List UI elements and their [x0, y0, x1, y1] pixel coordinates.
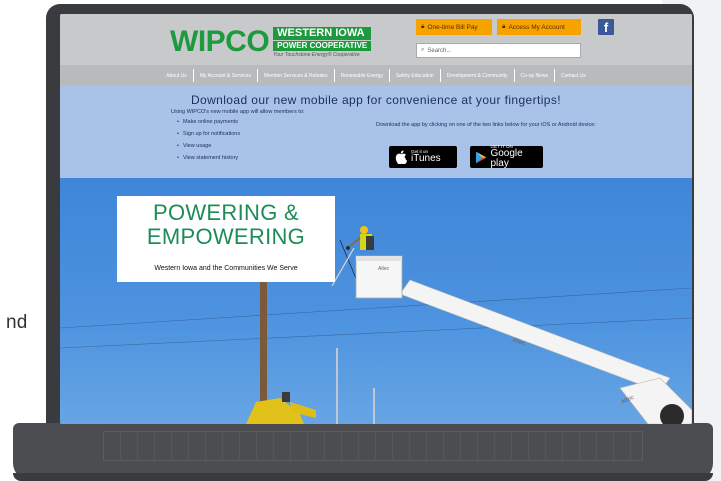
- hero-title-line1: POWERING &: [152, 200, 299, 225]
- nav-item-coop-news[interactable]: Co-op News: [515, 69, 556, 82]
- hero-card: POWERING & EMPOWERING Western Iowa and t…: [117, 196, 335, 282]
- laptop-screen: WIPCO WESTERN IOWA POWER COOPERATIVE You…: [60, 14, 692, 424]
- itunes-label: Get it on iTunes: [411, 149, 441, 165]
- main-nav: About Us My Account & Services Member Se…: [60, 65, 692, 86]
- hero-section: Altec Altec Altec POWERING & EMPOWERING …: [60, 178, 692, 424]
- site-header: WIPCO WESTERN IOWA POWER COOPERATIVE You…: [60, 14, 692, 86]
- gplay-big-text: Google play: [490, 148, 523, 170]
- laptop-base: [13, 423, 713, 481]
- laptop-keyboard: [103, 431, 643, 461]
- hero-title: POWERING & EMPOWERING: [117, 200, 335, 250]
- itunes-big-text: iTunes: [411, 153, 441, 165]
- nav-item-development[interactable]: Development & Community: [441, 69, 515, 82]
- page-text-fragment: nd: [6, 312, 28, 333]
- nav-item-contact-us[interactable]: Contact Us: [555, 69, 592, 82]
- hero-subtitle: Western Iowa and the Communities We Serv…: [154, 265, 298, 272]
- download-text: Download the app by clicking on one of t…: [376, 122, 596, 128]
- access-account-button[interactable]: 🔒︎ Access My Account: [497, 19, 581, 35]
- feature-list: Make online payments Sign up for notific…: [177, 119, 240, 167]
- hero-title-line2: EMPOWERING: [146, 224, 306, 250]
- mockup-stage: nd WIPCO WESTERN IOWA POWER COOPERATIVE …: [0, 0, 721, 481]
- apple-icon: [395, 150, 407, 164]
- nav-item-about-us[interactable]: About Us: [160, 69, 194, 82]
- lock-icon: 🔒︎: [502, 23, 506, 30]
- list-item: View usage: [177, 143, 240, 155]
- google-play-label: GET IT ON Google play: [490, 144, 537, 170]
- wipco-logo[interactable]: WIPCO WESTERN IOWA POWER COOPERATIVE You…: [170, 24, 372, 60]
- search-placeholder: Search...: [427, 47, 452, 54]
- nav-item-safety-education[interactable]: Safety Education: [390, 69, 441, 82]
- list-item: View statement history: [177, 155, 240, 167]
- logo-line2: POWER COOPERATIVE: [273, 40, 372, 51]
- play-icon: [476, 151, 487, 163]
- laptop-base-lip: [13, 473, 713, 481]
- banner-subtitle: Using WIPCO's new mobile app will allow …: [171, 109, 305, 115]
- bill-pay-button[interactable]: 🔒︎ One-time Bill Pay: [416, 19, 492, 35]
- app-banner: Download our new mobile app for convenie…: [60, 86, 692, 178]
- logo-subtext: WESTERN IOWA POWER COOPERATIVE Your Touc…: [273, 26, 372, 58]
- facebook-icon[interactable]: f: [598, 19, 614, 35]
- banner-title: Download our new mobile app for convenie…: [190, 93, 562, 107]
- nav-item-renewable-energy[interactable]: Renewable Energy: [335, 69, 390, 82]
- nav-item-member-services[interactable]: Member Services & Rebates: [258, 69, 335, 82]
- access-account-label: Access My Account: [508, 23, 565, 31]
- bucket-label: Altec: [378, 266, 390, 272]
- itunes-button[interactable]: Get it on iTunes: [389, 146, 457, 168]
- logo-tagline: Your Touchstone Energy® Cooperative: [273, 51, 360, 58]
- bill-pay-label: One-time Bill Pay: [427, 23, 478, 31]
- search-icon: ⌕: [421, 47, 425, 53]
- nav-item-my-account[interactable]: My Account & Services: [194, 69, 258, 82]
- logo-wordmark: WIPCO: [170, 25, 270, 58]
- search-input[interactable]: ⌕ Search...: [416, 43, 581, 58]
- lock-icon: 🔒︎: [421, 23, 425, 30]
- google-play-button[interactable]: GET IT ON Google play: [470, 144, 543, 170]
- logo-line1: WESTERN IOWA: [273, 26, 372, 40]
- list-item: Make online payments: [177, 119, 240, 131]
- list-item: Sign up for notifications: [177, 131, 240, 143]
